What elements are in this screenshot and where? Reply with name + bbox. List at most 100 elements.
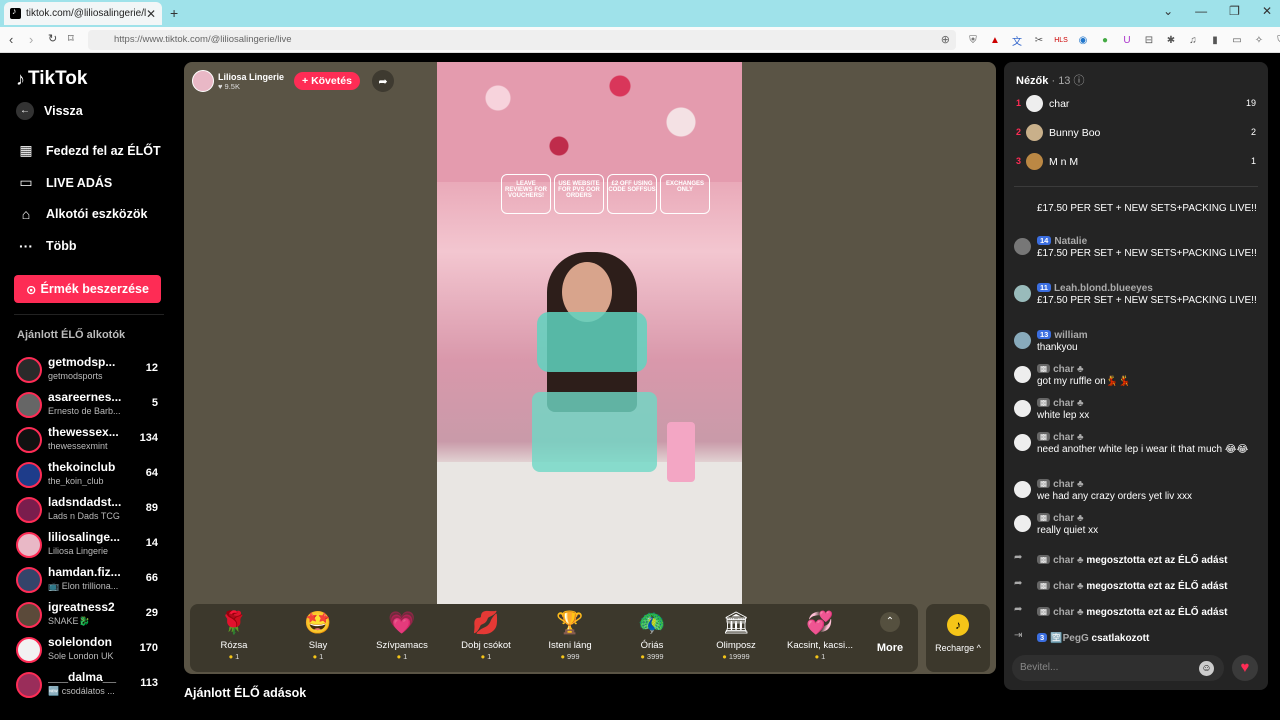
calendar-icon: ▦ [19,142,33,158]
info-icon[interactable]: ⓘ [1074,75,1085,87]
brave-shield-icon[interactable]: ⛨ [966,33,980,47]
creator-item[interactable]: thekoinclub the_koin_club 64 [16,460,166,492]
chevron-down-icon[interactable]: ⌄ [1163,4,1173,18]
creator-item[interactable]: ___dalma__ 🆕 csodálatos ... 113 [16,670,166,702]
avatar[interactable] [1014,238,1031,255]
follow-button[interactable]: + Követés [294,72,360,90]
sidebar-icon[interactable]: ▮ [1208,33,1222,47]
back-icon[interactable]: ‹ [9,32,13,47]
shield-icon[interactable]: U [1120,33,1134,47]
creator-item[interactable]: getmodsp... getmodsports 12 [16,355,166,387]
sign: USE WEBSITE FOR PVS OOR ORDERS [554,174,604,214]
avatar [16,602,42,628]
viewer-row[interactable]: 3M n M1 [1016,152,1256,172]
share-icon[interactable]: ➦ [371,70,394,92]
wallet-icon[interactable]: ▭ [1230,33,1244,47]
tiktok-page: ♪ TikTok ← Vissza ▦ Fedezd fel az ÉLŐT ▭ … [0,54,1280,720]
bookmark-icon[interactable]: ⌑ [68,32,74,45]
lightbulb-icon: ⌂ [21,206,31,222]
reload-icon[interactable]: ↻ [48,32,57,45]
warning-icon[interactable]: ▲ [988,33,1002,47]
tiktok-note-icon: ♪ [16,68,25,89]
recharge-button[interactable]: ♪ Recharge ^ [926,604,990,672]
puzzle-icon[interactable]: ✱ [1164,33,1178,47]
translate-icon[interactable]: 文 [1010,33,1024,48]
host-info: Liliosa Lingerie ♥ 9.5K [218,72,284,91]
hls-icon[interactable]: HLS [1054,33,1068,47]
extension-icon[interactable]: ⊟ [1142,33,1156,47]
music-icon[interactable]: ♫ [1186,33,1200,47]
live-player[interactable]: LEAVE REVIEWS FOR VOUCHERS! USE WEBSITE … [184,62,996,674]
gift-item[interactable]: 🏛Olimposz19999 [696,608,776,661]
zoom-icon[interactable]: ⊕ [941,33,950,46]
sidebar-item-more[interactable]: ··· Több [16,238,77,254]
avatar[interactable] [1014,366,1031,383]
arrow-left-icon: ← [16,102,34,120]
avatar[interactable] [1014,332,1031,349]
more-gifts-button[interactable]: ⌃ More [870,612,910,654]
creator-item[interactable]: thewessex... thewessexmint 134 [16,425,166,457]
restore-icon[interactable]: ❐ [1229,4,1240,18]
rose-icon: 🌹 [220,610,248,635]
share-icon: ➦ [1014,578,1023,589]
avatar[interactable] [1014,400,1031,417]
gift-item[interactable]: 🌹Rózsa1 [194,608,274,661]
chat-panel: Nézők · 13 ⓘ 1 char 19 2 Bunny Boo 2 3M n M1… [1004,62,1268,690]
sign: LEAVE REVIEWS FOR VOUCHERS! [501,174,551,214]
close-tab-icon[interactable]: ✕ [146,7,156,21]
avatar[interactable] [1014,434,1031,451]
creator-item[interactable]: hamdan.fiz... 📺 Elon trilliona... 66 [16,565,166,597]
sidebar-item-explore-live[interactable]: ▦ Fedezd fel az ÉLŐT [16,142,160,159]
creator-item[interactable]: asareernes... Ernesto de Barb... 5 [16,390,166,422]
extension-icon[interactable]: ◉ [1076,33,1090,47]
fan-icon: ♣ [1077,398,1084,409]
host-name[interactable]: Liliosa Lingerie [218,72,284,82]
minimize-icon[interactable]: — [1195,4,1207,18]
gift-item[interactable]: 🤩Slay1 [278,608,358,661]
creator-item[interactable]: igreatness2 SNAKE🐉 29 [16,600,166,632]
tiktok-logo[interactable]: ♪ TikTok [16,68,87,90]
get-coins-button[interactable]: ⊙ Érmék beszerzése [14,275,161,303]
hearts-icon: 💞 [806,610,834,635]
sidebar-item-live[interactable]: ▭ LIVE ADÁS [16,174,112,191]
emoji-icon[interactable]: ☺ [1199,661,1214,676]
browser-tab[interactable]: tiktok.com/@liliosalingerie/li ✕ [4,2,162,25]
avatar[interactable] [1014,481,1031,498]
chat-input[interactable]: Bevitel... ☺ [1012,655,1224,681]
tiktok-favicon-icon [10,6,21,19]
avatar [16,567,42,593]
sparkle-icon[interactable]: ✧ [1252,33,1266,47]
avatar[interactable] [1014,285,1031,302]
viewer-row[interactable]: 2 Bunny Boo 2 [1016,123,1256,143]
tools-icon[interactable]: ✂ [1032,33,1046,47]
close-window-icon[interactable]: ✕ [1262,4,1272,18]
level-badge: 11 [1037,283,1051,292]
fan-icon: ♣ [1077,479,1084,490]
avatar[interactable] [1014,515,1031,532]
host-avatar[interactable] [192,70,214,92]
sidebar-item-creator-tools[interactable]: ⌂ Alkotói eszközök [16,206,148,222]
avatar [16,427,42,453]
creator-item[interactable]: solelondon Sole London UK 170 [16,635,166,667]
chat-message: ▩ char ♣ got my ruffle on💃💃 [1014,364,1258,388]
extension-icon[interactable]: ● [1098,33,1112,47]
viewer-row[interactable]: 1 char 19 [1016,94,1256,114]
creator-item[interactable]: ladsndadst... Lads n Dads TCG 89 [16,495,166,527]
gift-item[interactable]: 🏆Isteni láng999 [530,608,610,661]
vpn-icon[interactable]: ⛉ [1274,33,1280,47]
back-link[interactable]: ← Vissza [16,102,83,120]
url-field[interactable]: https://www.tiktok.com/@liliosalingerie/… [88,30,956,50]
creator-item[interactable]: liliosalinge... Liliosa Lingerie 14 [16,530,166,562]
tab-title: tiktok.com/@liliosalingerie/li [26,8,146,19]
sign: EXCHANGES ONLY [660,174,710,214]
host-likes: ♥ 9.5K [218,81,240,91]
live-video[interactable]: LEAVE REVIEWS FOR VOUCHERS! USE WEBSITE … [437,62,742,604]
forward-icon[interactable]: › [29,32,33,47]
gift-item[interactable]: 💞Kacsint, kacsi...1 [780,608,860,661]
heart-icon[interactable]: ♥ [1232,655,1258,681]
gift-item[interactable]: 💋Dobj csókot1 [446,608,526,661]
new-tab-icon[interactable]: + [170,5,178,21]
gift-item[interactable]: 🦚Óriás3999 [612,608,692,661]
gift-item[interactable]: 💗Szívpamacs1 [362,608,442,661]
join-icon: ⇥ [1014,630,1023,641]
